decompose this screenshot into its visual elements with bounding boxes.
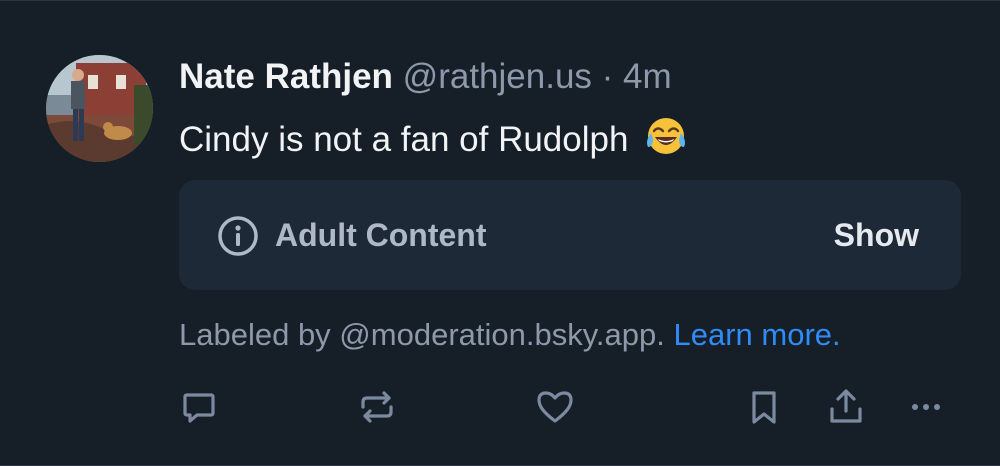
bookmark-button[interactable]: [742, 385, 786, 429]
heart-icon: [537, 391, 573, 423]
share-icon: [830, 389, 862, 423]
face-with-tears-of-joy-icon: [644, 113, 688, 168]
content-warning-label: Adult Content: [275, 217, 487, 253]
reply-icon: [183, 393, 215, 423]
post-text-container: Cindy is not a fan of Rudolph: [179, 113, 688, 168]
like-button[interactable]: [533, 385, 577, 429]
reply-button[interactable]: [177, 385, 221, 429]
author-handle[interactable]: @rathjen.us: [403, 57, 592, 96]
post[interactable]: Nate Rathjen @rathjen.us · 4m Cindy is n…: [0, 0, 1000, 466]
separator: ·: [601, 57, 614, 96]
show-button[interactable]: Show: [834, 213, 919, 257]
info-icon: [218, 216, 258, 256]
moderation-text: Labeled by @moderation.bsky.app.: [179, 317, 665, 352]
learn-more-link[interactable]: Learn more.: [673, 317, 840, 352]
repost-icon: [361, 391, 393, 423]
more-icon: [912, 404, 940, 410]
avatar[interactable]: [46, 55, 153, 162]
post-header: Nate Rathjen @rathjen.us · 4m: [179, 55, 672, 99]
more-button[interactable]: [904, 385, 948, 429]
author-name[interactable]: Nate Rathjen: [179, 57, 393, 96]
repost-button[interactable]: [355, 385, 399, 429]
moderation-notice: Labeled by @moderation.bsky.app. Learn m…: [179, 314, 841, 356]
bookmark-icon: [752, 391, 776, 424]
post-time[interactable]: 4m: [623, 57, 672, 96]
share-button[interactable]: [824, 385, 868, 429]
content-warning[interactable]: Adult Content Show: [179, 180, 961, 290]
post-text: Cindy is not a fan of Rudolph: [179, 120, 629, 159]
avatar-photo: [46, 55, 153, 162]
